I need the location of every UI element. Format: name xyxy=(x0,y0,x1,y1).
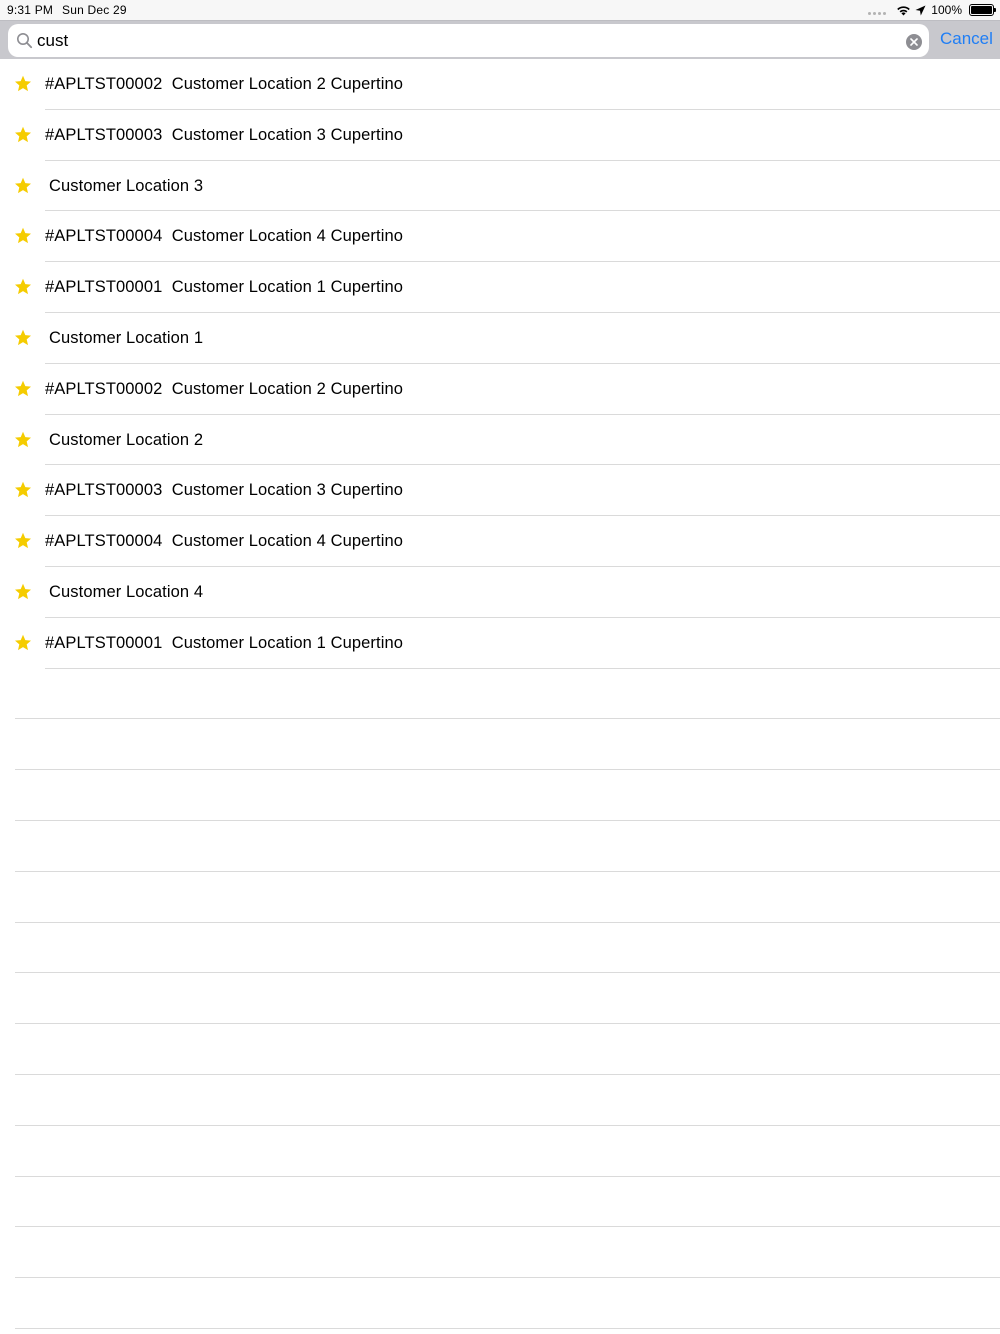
star-icon xyxy=(15,431,31,447)
empty-row xyxy=(0,1075,1000,1126)
search-field[interactable] xyxy=(8,24,929,57)
status-indicators: 100% xyxy=(868,2,996,18)
list-item-label: #APLTST00001 Customer Location 1 Cuperti… xyxy=(45,633,404,652)
list-item-label: #APLTST00003 Customer Location 3 Cuperti… xyxy=(45,125,404,144)
list-item-label: #APLTST00003 Customer Location 3 Cuperti… xyxy=(45,481,404,500)
search-input[interactable] xyxy=(37,24,897,57)
list-item[interactable]: #APLTST00002 Customer Location 2 Cuperti… xyxy=(0,59,1000,110)
status-bar: 9:31 PM Sun Dec 29 100% xyxy=(0,0,1000,20)
list-item-label: Customer Location 2 xyxy=(49,430,204,449)
star-icon xyxy=(15,583,31,600)
list-item[interactable]: Customer Location 3 xyxy=(0,161,1000,212)
empty-row xyxy=(0,1278,1000,1329)
star-icon xyxy=(15,278,31,295)
list-item[interactable]: #APLTST00004 Customer Location 4 Cuperti… xyxy=(0,211,1000,263)
star-icon xyxy=(15,75,31,92)
empty-row xyxy=(0,923,1000,974)
empty-row xyxy=(0,719,1000,771)
star-icon xyxy=(15,126,31,142)
list-item-label: Customer Location 1 xyxy=(49,328,204,347)
cellular-dots-icon xyxy=(868,11,887,15)
status-time: 9:31 PM xyxy=(7,3,54,17)
list-item-label: #APLTST00001 Customer Location 1 Cuperti… xyxy=(45,278,404,297)
list-item-label: #APLTST00002 Customer Location 2 Cuperti… xyxy=(45,379,404,398)
list-item[interactable]: Customer Location 4 xyxy=(0,567,1000,618)
star-icon xyxy=(15,482,31,498)
list-item[interactable]: #APLTST00001 Customer Location 1 Cuperti… xyxy=(0,618,1000,669)
empty-row xyxy=(0,872,1000,923)
list-item[interactable]: #APLTST00004 Customer Location 4 Cuperti… xyxy=(0,516,1000,567)
empty-rows xyxy=(0,669,1000,1329)
list-item[interactable]: Customer Location 1 xyxy=(0,313,1000,364)
search-icon xyxy=(17,33,33,49)
empty-row xyxy=(0,821,1000,872)
star-icon xyxy=(15,532,31,549)
close-icon xyxy=(910,38,918,46)
star-icon xyxy=(15,177,31,193)
empty-row xyxy=(0,1227,1000,1279)
row-separator xyxy=(15,1327,1000,1329)
list-item-label: #APLTST00004 Customer Location 4 Cuperti… xyxy=(45,227,404,246)
empty-row xyxy=(0,669,1000,720)
list-item-label: #APLTST00002 Customer Location 2 Cuperti… xyxy=(45,75,404,93)
location-arrow-icon xyxy=(915,5,926,15)
empty-row xyxy=(0,1177,1000,1228)
battery-percent: 100% xyxy=(931,3,962,17)
status-date: Sun Dec 29 xyxy=(62,3,127,17)
star-icon xyxy=(15,329,31,346)
list-item[interactable]: #APLTST00001 Customer Location 1 Cuperti… xyxy=(0,262,1000,313)
search-bar: Cancel xyxy=(0,20,1000,59)
list-item[interactable]: #APLTST00003 Customer Location 3 Cuperti… xyxy=(0,465,1000,517)
empty-row xyxy=(0,1126,1000,1177)
wifi-icon xyxy=(897,6,911,16)
clear-search-button[interactable] xyxy=(906,34,922,50)
battery-icon xyxy=(969,4,996,16)
results-list: #APLTST00002 Customer Location 2 Cuperti… xyxy=(0,59,1000,669)
cancel-button[interactable]: Cancel xyxy=(940,29,993,49)
empty-row xyxy=(0,1024,1000,1075)
list-item-label: Customer Location 4 xyxy=(49,582,204,601)
list-item-label: #APLTST00004 Customer Location 4 Cuperti… xyxy=(45,532,404,551)
list-item[interactable]: #APLTST00003 Customer Location 3 Cuperti… xyxy=(0,110,1000,161)
list-item[interactable]: #APLTST00002 Customer Location 2 Cuperti… xyxy=(0,364,1000,415)
star-icon xyxy=(15,228,31,244)
empty-row xyxy=(0,973,1000,1025)
star-icon xyxy=(15,634,31,650)
empty-row xyxy=(0,770,1000,821)
list-item-label: Customer Location 3 xyxy=(49,176,204,195)
list-item[interactable]: Customer Location 2 xyxy=(0,415,1000,466)
star-icon xyxy=(15,380,31,396)
